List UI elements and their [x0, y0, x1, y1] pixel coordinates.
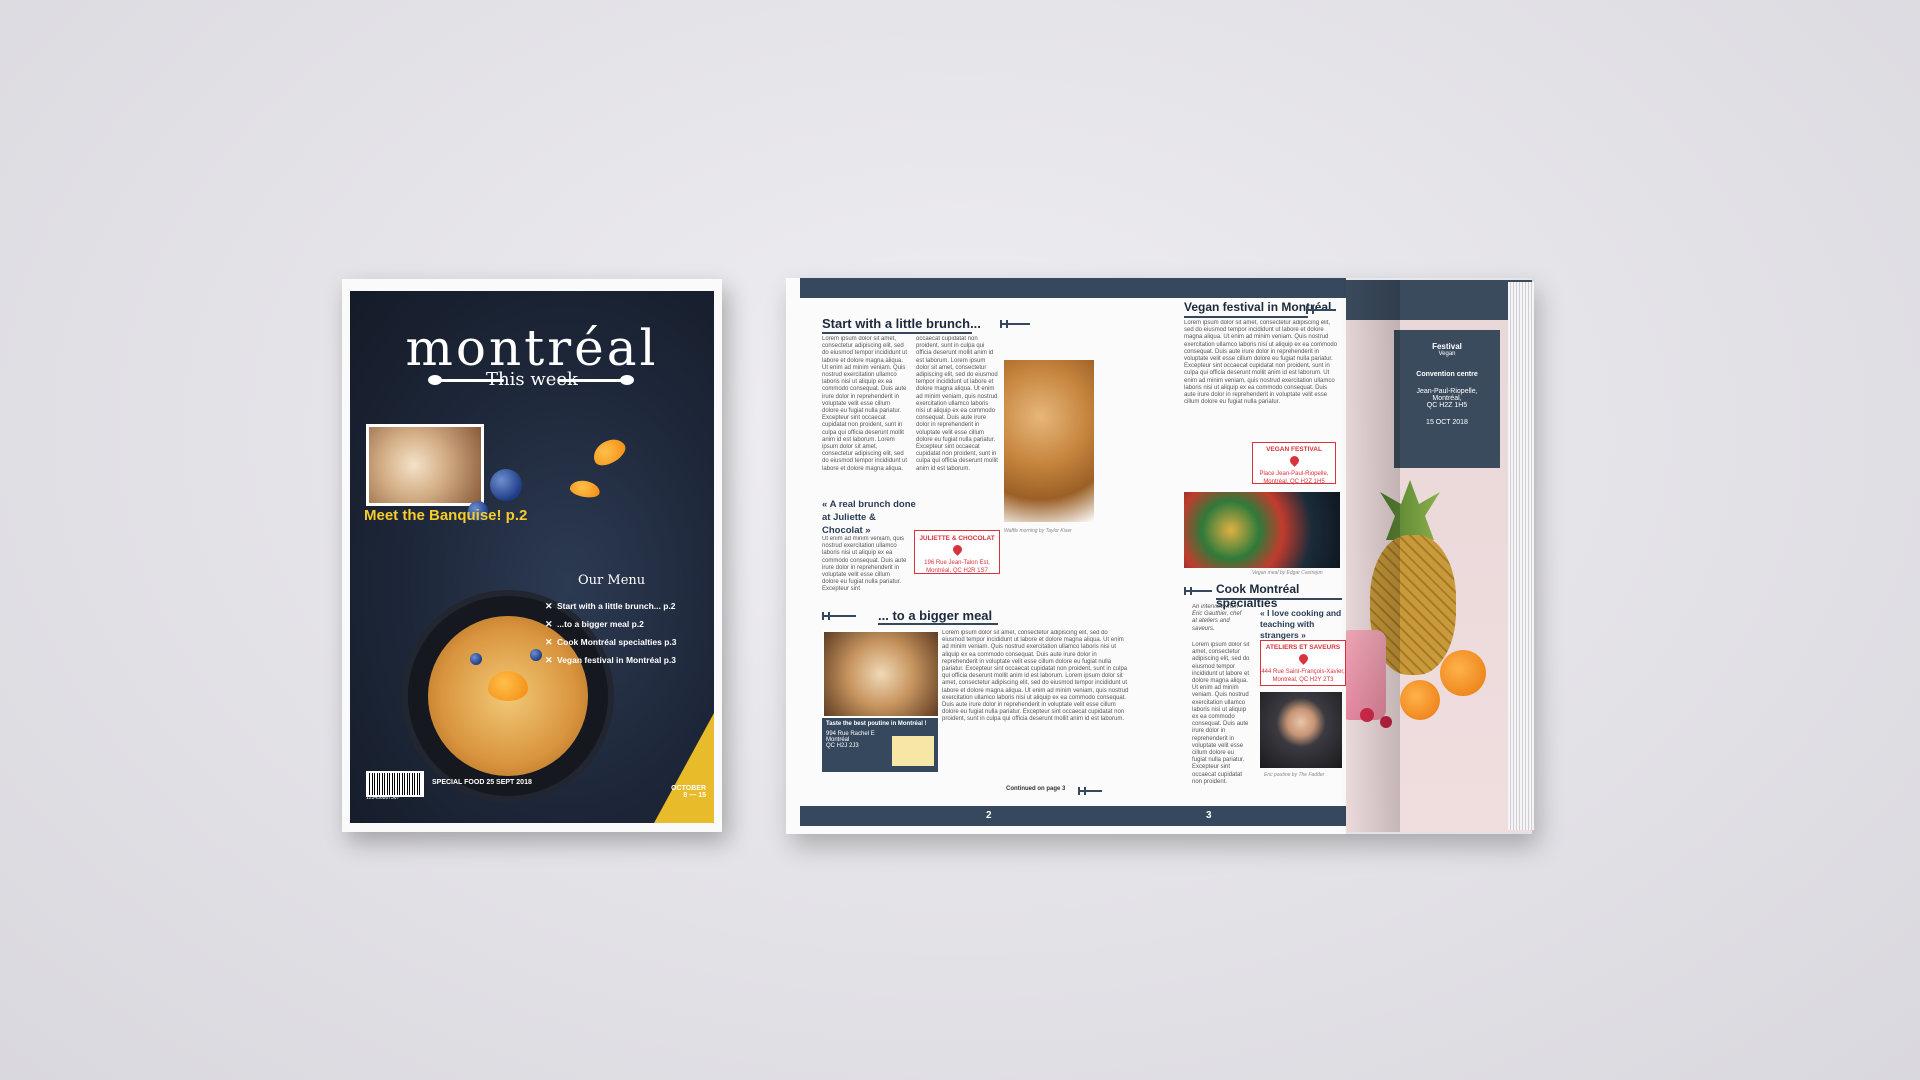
page-number-3: 3 — [1206, 810, 1212, 821]
poutine-box: Taste the best poutine in Montréal ! 994… — [822, 718, 938, 772]
fork-icon — [1306, 306, 1336, 314]
footer-bar — [800, 806, 1156, 826]
poutine-title: Taste the best poutine in Montréal ! — [826, 721, 927, 727]
title-underline — [1216, 598, 1342, 600]
orange-slice — [588, 433, 630, 471]
address-name: JULIETTE & CHOCOLAT — [919, 535, 995, 542]
address-box-ateliers: ATELIERS ET SAVEURS 444 Rue Saint-Franço… — [1260, 640, 1346, 686]
address-line: 444 Rue Saint-François-Xavier, Montréal,… — [1261, 669, 1345, 683]
text-column-1b: Ut enim ad minim veniam, quis nostrud ex… — [822, 536, 907, 592]
cook-quote: « I love cooking and teaching with stran… — [1260, 608, 1342, 640]
cover-dates: OCTOBER 8 — 15 — [671, 785, 706, 799]
menu-item: ✕ Start with a little brunch... p.2 — [545, 597, 677, 615]
orange-slice — [488, 671, 528, 701]
festival-box: Festival Vegan Convention centre Jean-Pa… — [1394, 330, 1500, 468]
waffles-caption: Waffle morning by Taylor Kiser — [1004, 528, 1072, 534]
waffles-photo — [1004, 360, 1094, 522]
spoon-icon — [558, 375, 634, 385]
page-edges — [1508, 282, 1534, 830]
menu-item: ✕ ...to a bigger meal p.2 — [545, 615, 677, 633]
map-pin-icon — [1296, 652, 1310, 665]
menu-item: ✕ Cook Montréal specialties p.3 — [545, 633, 677, 651]
cover-subtitle: This week — [486, 369, 578, 390]
address-box-vegan: VEGAN FESTIVAL Place Jean-Paul-Riopelle,… — [1252, 442, 1336, 485]
text-column-3: Lorem ipsum dolor sit amet, consectetur … — [942, 630, 1129, 723]
section-title-meal: ... to a bigger meal — [878, 608, 993, 623]
cover-feature: Meet the Banquise! p.2 — [364, 507, 528, 524]
festival-address1: Jean-Paul-Riopelle, — [1416, 388, 1478, 395]
fork-icon — [1000, 320, 1030, 328]
festival-address3: QC H2Z 1H5 — [1426, 402, 1468, 409]
blueberry — [470, 653, 482, 665]
menu-title: Our Menu — [578, 573, 646, 588]
cover-photo: montréal This week Meet the Banquise! p.… — [350, 291, 714, 823]
festival-sub: Vegan — [1438, 351, 1456, 357]
page-2: Start with a little brunch... Lorem ipsu… — [786, 278, 1156, 834]
header-bar — [800, 278, 1156, 298]
interview-intro: An interview from Eric Gauthier, chef at… — [1192, 604, 1242, 632]
yellow-corner — [654, 713, 714, 823]
vegan-caption: Vegan meal by Edgar Castrejon — [1252, 570, 1323, 576]
festival-venue: Convention centre — [1416, 371, 1478, 378]
section-title-brunch: Start with a little brunch... — [822, 316, 981, 331]
blueberry — [530, 649, 542, 661]
banquise-photo — [366, 424, 484, 506]
header-bar — [1156, 278, 1346, 298]
festival-title: Festival — [1432, 342, 1462, 351]
cook-text: Lorem ipsum dolor sit amet, consectetur … — [1192, 642, 1250, 785]
continued-note: Continued on page 3 — [1006, 786, 1066, 792]
chef-caption: Eric poutine by The Fadder — [1264, 772, 1325, 778]
festival-address2: Montréal, — [1432, 395, 1462, 402]
page-curl-shadow — [1340, 280, 1400, 832]
text-column-1: Lorem ipsum dolor sit amet, consectetur … — [822, 336, 908, 472]
barcode — [366, 771, 424, 797]
fork-icon — [822, 612, 856, 620]
page-3: Vegan festival in Montréal Lorem ipsum d… — [1156, 278, 1346, 834]
map-pin-icon — [950, 543, 964, 556]
chef-photo — [1260, 692, 1342, 768]
poutine-photo — [822, 630, 940, 718]
address-name: VEGAN FESTIVAL — [1266, 446, 1322, 453]
banquise-logo — [892, 736, 934, 766]
vegan-text: Lorem ipsum dolor sit amet, consectetur … — [1184, 320, 1338, 406]
orange — [1400, 680, 1440, 720]
blueberry — [490, 469, 522, 501]
orange — [1440, 650, 1486, 696]
cutlery-icon: ✕ — [545, 637, 553, 647]
cover-issue-line: SPECIAL FOOD 25 SEPT 2018 — [432, 779, 532, 786]
cover-menu: ✕ Start with a little brunch... p.2 ✕ ...t… — [545, 597, 677, 669]
cutlery-icon: ✕ — [545, 655, 553, 665]
map-pin-icon — [1287, 454, 1301, 467]
address-line: 196 Rue Jean-Talon Est, Montréal, QC H2R… — [924, 560, 990, 574]
address-line: Place Jean-Paul-Riopelle, Montréal, QC H… — [1259, 471, 1329, 485]
title-underline — [1184, 316, 1308, 318]
title-underline — [878, 623, 998, 625]
cutlery-icon: ✕ — [545, 619, 553, 629]
cover-month: OCTOBER — [671, 785, 706, 792]
magazine-cover: montréal This week Meet the Banquise! p.… — [342, 279, 722, 832]
cutlery-icon: ✕ — [545, 601, 553, 611]
cover-date-range: 8 — 15 — [683, 792, 706, 799]
address-box-juliette: JULIETTE & CHOCOLAT 196 Rue Jean-Talon E… — [914, 530, 1000, 574]
page-number-2: 2 — [986, 810, 992, 821]
address-name: ATELIERS ET SAVEURS — [1265, 644, 1341, 651]
orange-slice — [568, 478, 602, 500]
festival-date: 15 OCT 2018 — [1426, 419, 1468, 426]
text-column-2: occaecat cupidatat non proident, sunt in… — [916, 336, 998, 472]
barcode-number: 123456887567 — [366, 795, 400, 801]
vegan-meal-photo — [1184, 492, 1340, 568]
brunch-quote: « A real brunch done at Juliette & Choco… — [822, 499, 916, 536]
fork-icon — [1184, 587, 1212, 595]
menu-item: ✕ Vegan festival in Montréal p.3 — [545, 651, 677, 669]
arrow-icon — [1078, 787, 1102, 795]
footer-bar — [1156, 806, 1346, 826]
title-underline — [822, 332, 972, 334]
